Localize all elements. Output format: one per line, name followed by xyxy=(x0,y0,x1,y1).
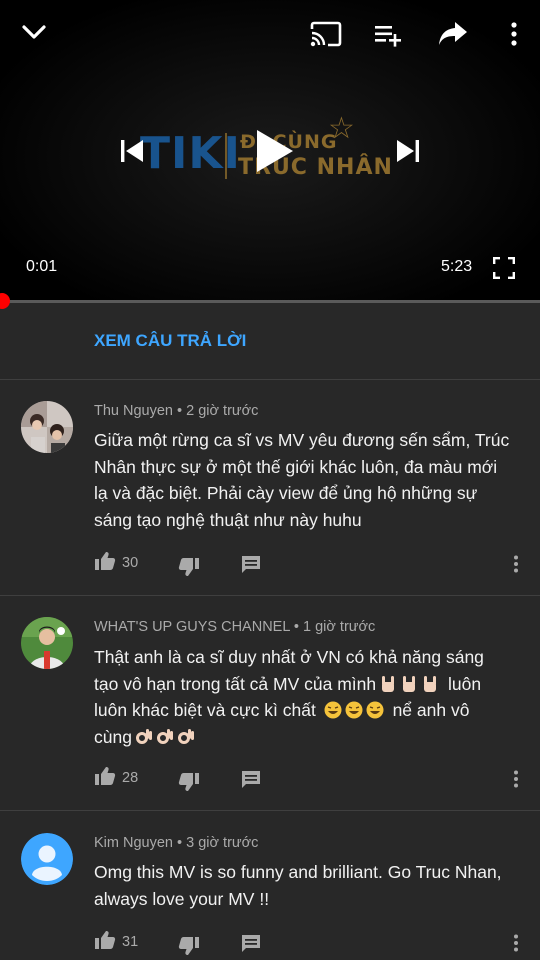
rock-hand-emoji xyxy=(421,674,439,692)
duration: 5:23 xyxy=(441,258,473,275)
comment-fragment: nể anh vô xyxy=(392,700,470,720)
comment-line: luôn khác biệt và cực kì chất nể anh vô xyxy=(94,697,524,724)
progress-scrubber[interactable] xyxy=(0,293,10,309)
comment-line: sáng tạo nghệ thuật như này huhu xyxy=(94,509,362,530)
cast-icon[interactable] xyxy=(310,21,342,47)
divider xyxy=(0,379,540,380)
comment-time: 2 giờ trước xyxy=(186,403,259,419)
avatar[interactable] xyxy=(21,617,73,669)
comment-line: tạo vô hạn trong tất cả MV của mình luôn xyxy=(94,671,524,698)
previous-icon[interactable] xyxy=(118,137,146,165)
comment-author[interactable]: WHAT'S UP GUYS CHANNEL xyxy=(94,619,290,635)
comment-line: Nhân thực sự ở một thế giới khác luôn, đ… xyxy=(94,456,498,477)
comment-more-icon[interactable] xyxy=(513,555,519,573)
divider xyxy=(0,810,540,811)
comment-author[interactable]: Thu Nguyen xyxy=(94,403,173,419)
view-replies-link[interactable]: XEM CÂU TRẢ LỜI xyxy=(94,331,246,351)
comment-time: 3 giờ trước xyxy=(186,835,259,851)
comment-fragment: luôn xyxy=(447,673,482,694)
comment-more-icon[interactable] xyxy=(513,770,519,788)
comment-line: always love your MV !! xyxy=(94,888,270,909)
comment-fragment: cùng xyxy=(94,726,132,747)
dislike-icon[interactable] xyxy=(178,557,200,577)
rock-hand-emoji xyxy=(400,674,418,692)
next-icon[interactable] xyxy=(394,137,422,165)
more-vert-icon[interactable] xyxy=(510,22,518,46)
comment-fragment: luôn khác biệt và cực kì chất xyxy=(94,700,316,720)
comment-time: 1 giờ trước xyxy=(303,619,376,635)
comment-author[interactable]: Kim Nguyen xyxy=(94,835,173,851)
comment-line: Giữa một rừng ca sĩ vs MV yêu đương sến … xyxy=(94,430,510,450)
laughing-emoji xyxy=(366,700,384,719)
comment-more-icon[interactable] xyxy=(513,934,519,952)
comment-text: Thật anh là ca sĩ duy nhất ở VN có khả n… xyxy=(94,644,524,750)
dislike-icon[interactable] xyxy=(178,772,200,792)
fullscreen-icon[interactable] xyxy=(493,257,515,279)
comment-fragment: tạo vô hạn trong tất cả MV của mình xyxy=(94,673,377,694)
comment-meta: WHAT'S UP GUYS CHANNEL • 1 giờ trước xyxy=(94,619,376,635)
avatar[interactable] xyxy=(21,833,73,885)
like-icon[interactable] xyxy=(94,766,116,786)
like-count: 28 xyxy=(122,770,139,786)
share-icon[interactable] xyxy=(437,20,469,48)
comment-text: Giữa một rừng ca sĩ vs MV yêu đương sến … xyxy=(94,427,524,533)
rock-hand-emoji xyxy=(379,674,397,692)
chevron-down-icon[interactable] xyxy=(22,22,46,42)
play-icon[interactable] xyxy=(253,128,295,174)
reply-icon[interactable] xyxy=(241,555,261,575)
reply-icon[interactable] xyxy=(241,770,261,790)
comment-line: cùng xyxy=(94,724,524,751)
star-icon: ☆ xyxy=(328,112,355,145)
ok-hand-emoji xyxy=(177,727,195,745)
comment-meta: Kim Nguyen • 3 giờ trước xyxy=(94,835,259,851)
add-to-playlist-icon[interactable] xyxy=(373,23,403,47)
comment-line: Thật anh là ca sĩ duy nhất ở VN có khả n… xyxy=(94,647,484,667)
like-count: 31 xyxy=(122,934,139,950)
like-count: 30 xyxy=(122,555,139,571)
comment-text: Omg this MV is so funny and brilliant. G… xyxy=(94,859,524,912)
reply-icon[interactable] xyxy=(241,934,261,954)
progress-bar[interactable] xyxy=(0,293,540,309)
current-time: 0:01 xyxy=(26,258,58,275)
avatar[interactable] xyxy=(21,401,73,453)
video-player[interactable]: TIKI ĐI CÙNG ☆ TRÚC NHÂN 0:01 5:23 xyxy=(0,0,540,302)
like-icon[interactable] xyxy=(94,930,116,950)
like-icon[interactable] xyxy=(94,551,116,571)
laughing-emoji xyxy=(324,700,342,719)
comment-meta: Thu Nguyen • 2 giờ trước xyxy=(94,403,259,419)
comment-line: lạ và đặc biệt. Phải cày view để ủng hộ … xyxy=(94,483,478,503)
comment-line: Omg this MV is so funny and brilliant. G… xyxy=(94,862,502,882)
ok-hand-emoji xyxy=(135,727,153,745)
laughing-emoji xyxy=(345,700,363,719)
logo-divider xyxy=(225,133,227,179)
divider xyxy=(0,595,540,596)
ok-hand-emoji xyxy=(156,727,174,745)
dislike-icon[interactable] xyxy=(178,936,200,956)
